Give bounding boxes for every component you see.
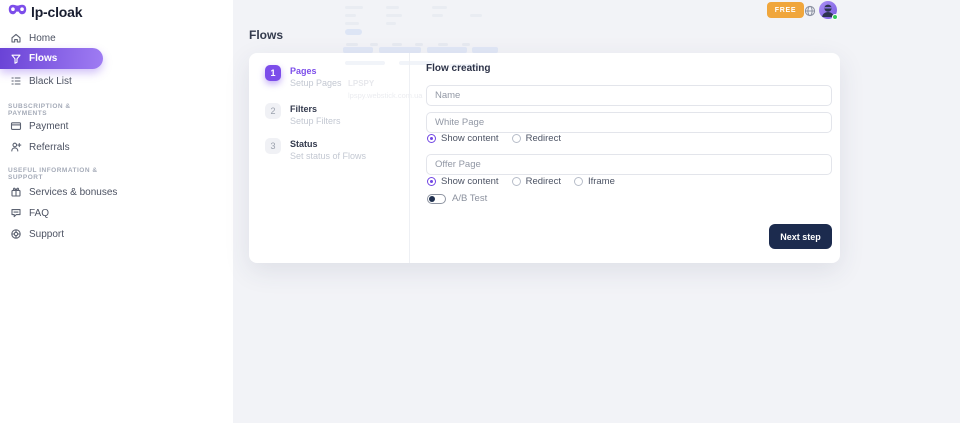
step-subtitle: Setup Filters (290, 116, 341, 126)
radio-iframe[interactable]: Iframe (574, 176, 615, 187)
sidebar-item-faq[interactable]: FAQ (0, 206, 225, 220)
home-icon (10, 32, 22, 44)
radio-selected-icon (427, 134, 436, 143)
ghost-flow-url: lpspy.webstick.com.ua (348, 91, 422, 100)
step-pages[interactable]: 1 Pages Setup Pages (265, 65, 403, 88)
sidebar-section-subscription: SUBSCRIPTION & PAYMENTS (8, 103, 108, 117)
step-title: Status (290, 138, 366, 149)
toggle-knob (429, 196, 435, 202)
step-filters[interactable]: 2 Filters Setup Filters (265, 103, 403, 126)
step-status[interactable]: 3 Status Set status of Flows (265, 138, 403, 161)
plan-badge-button[interactable]: FREE (767, 2, 804, 18)
brand-name: lp-cloak (31, 4, 82, 20)
brand-logo[interactable]: lp-cloak (8, 3, 82, 21)
next-step-button[interactable]: Next step (769, 224, 832, 249)
sidebar-item-label: Black List (29, 76, 72, 87)
ab-test-label: A/B Test (452, 193, 487, 204)
sidebar-item-home[interactable]: Home (0, 31, 225, 45)
white-page-mode-radios: Show content Redirect (427, 133, 561, 143)
chat-bubble-icon (10, 207, 22, 219)
sidebar-item-label: Payment (29, 121, 68, 132)
sidebar-item-payment[interactable]: Payment (0, 119, 225, 133)
radio-unselected-icon (512, 134, 521, 143)
sidebar-item-label: Services & bonuses (29, 187, 117, 198)
sidebar: lp-cloak Home Flows Black List SUBSCRIPT… (0, 0, 233, 423)
radio-show-content[interactable]: Show content (427, 176, 499, 187)
sidebar-item-support[interactable]: Support (0, 227, 225, 241)
step-title: Filters (290, 103, 341, 114)
offer-page-mode-radios: Show content Redirect Iframe (427, 176, 615, 186)
radio-show-content[interactable]: Show content (427, 133, 499, 144)
page-title: Flows (249, 28, 283, 42)
list-icon (10, 75, 22, 87)
sidebar-item-label: Flows (29, 53, 57, 64)
step-subtitle: Setup Pages (290, 78, 342, 88)
white-page-input[interactable] (426, 112, 832, 133)
sidebar-item-services[interactable]: Services & bonuses (0, 185, 225, 199)
sidebar-item-label: Referrals (29, 142, 70, 153)
name-input[interactable] (426, 85, 832, 106)
flows-icon (10, 53, 22, 65)
radio-unselected-icon (574, 177, 583, 186)
gift-icon (10, 186, 22, 198)
sidebar-item-label: Home (29, 33, 56, 44)
credit-card-icon (10, 120, 22, 132)
modal-divider (409, 53, 410, 263)
sidebar-item-referrals[interactable]: Referrals (0, 140, 225, 154)
step-number-badge: 2 (265, 103, 281, 119)
radio-redirect[interactable]: Redirect (512, 176, 561, 187)
sidebar-item-label: FAQ (29, 208, 49, 219)
step-number-badge: 3 (265, 138, 281, 154)
online-status-dot (832, 14, 838, 20)
sidebar-item-flows[interactable]: Flows (0, 48, 103, 69)
referrals-person-icon (10, 141, 22, 153)
step-number-badge: 1 (265, 65, 281, 81)
step-subtitle: Set status of Flows (290, 151, 366, 161)
ab-test-toggle-row[interactable]: A/B Test (427, 193, 487, 204)
radio-unselected-icon (512, 177, 521, 186)
sidebar-item-black-list[interactable]: Black List (0, 74, 225, 88)
mask-logo-icon (8, 3, 27, 21)
language-globe-icon[interactable] (804, 4, 816, 22)
lifebuoy-icon (10, 228, 22, 240)
form-title: Flow creating (426, 63, 490, 74)
radio-selected-icon (427, 177, 436, 186)
flow-creating-form: Flow creating Show content Redirect Show… (426, 53, 832, 263)
radio-redirect[interactable]: Redirect (512, 133, 561, 144)
user-avatar[interactable] (819, 1, 837, 19)
sidebar-item-label: Support (29, 229, 64, 240)
flow-creating-modal: LPSPY lpspy.webstick.com.ua 1 Pages Setu… (249, 53, 840, 263)
offer-page-input[interactable] (426, 154, 832, 175)
sidebar-section-support: USEFUL INFORMATION & SUPPORT (8, 167, 108, 181)
ab-test-toggle[interactable] (427, 194, 446, 204)
step-title: Pages (290, 65, 342, 76)
